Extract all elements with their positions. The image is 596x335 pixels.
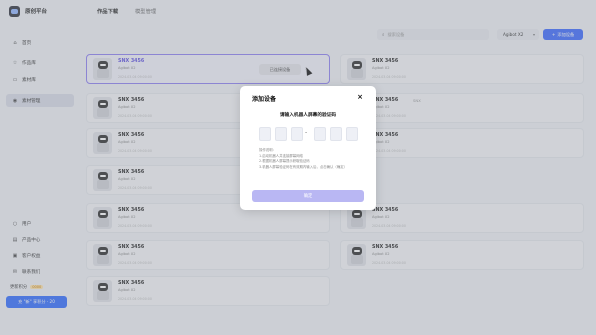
code-input-4[interactable] [314,127,326,141]
code-input-3[interactable] [291,127,303,141]
code-separator: - [305,129,308,136]
help-text: 操作说明： 1.启动机器人并连接屏幕网络 2.根据机器人屏幕提示获取验证码 3.… [259,148,359,170]
confirm-button[interactable]: 确定 [252,190,364,202]
dialog-title: 添加设备 [252,96,277,103]
code-input-1[interactable] [259,127,271,141]
dialog-subtitle: 请输入机器人屏幕的验证码 [279,113,337,118]
help-line: 3.机器人屏幕验证码在有效期内输入后，点击确认（确定） [259,164,347,169]
code-input-5[interactable] [330,127,342,141]
close-icon[interactable]: × [357,93,363,101]
code-input-2[interactable] [275,127,287,141]
add-device-dialog: 添加设备 × 请输入机器人屏幕的验证码 - 操作说明： 1.启动机器人并连接屏幕… [240,86,376,210]
code-input-6[interactable] [346,127,358,141]
